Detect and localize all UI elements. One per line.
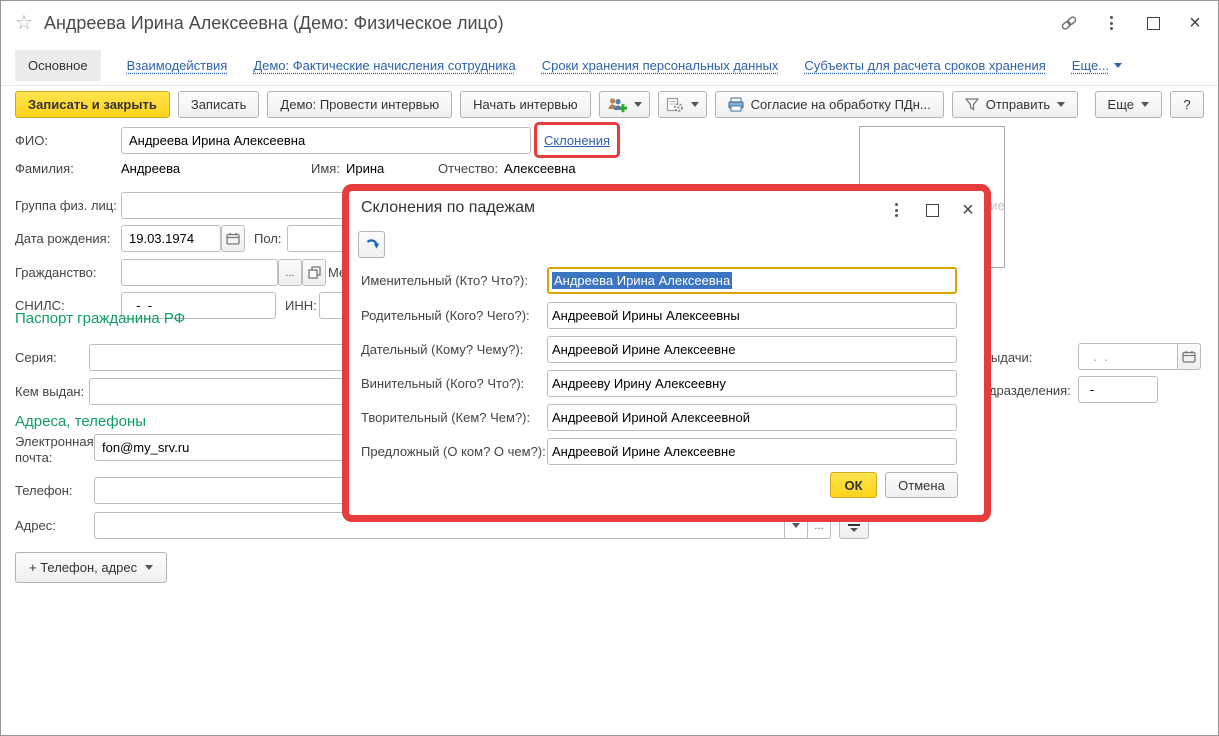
consent-print-button[interactable]: Согласие на обработку ПДн...	[715, 91, 944, 118]
more-menu-icon[interactable]	[1102, 14, 1120, 32]
add-contact-button[interactable]: + Телефон, адрес	[15, 552, 167, 583]
citizenship-label: Гражданство:	[15, 265, 97, 280]
person-add-icon	[607, 97, 627, 113]
birthdate-label: Дата рождения:	[15, 231, 110, 246]
maximize-icon[interactable]	[1144, 14, 1162, 32]
open-form-icon[interactable]	[302, 259, 326, 286]
nav-more-button[interactable]: Еще...	[1072, 58, 1122, 73]
favorite-star-icon[interactable]: ☆	[15, 13, 33, 33]
chevron-down-icon	[1141, 102, 1149, 107]
citizenship-ellipsis-button[interactable]: ...	[278, 259, 302, 286]
declensions-link[interactable]: Склонения	[544, 133, 610, 148]
citizenship-input[interactable]	[121, 259, 278, 286]
chevron-down-icon	[634, 102, 642, 107]
tab-main[interactable]: Основное	[15, 50, 101, 81]
dialog-maximize-icon[interactable]	[923, 201, 941, 219]
fio-label: ФИО:	[15, 133, 48, 148]
firstname-label: Имя:	[311, 161, 340, 176]
document-gear-icon	[666, 97, 684, 113]
prepositional-input[interactable]: Андреевой Ирине Алексеевне	[547, 438, 957, 465]
issue-date-input[interactable]: . .	[1078, 343, 1178, 370]
nav-link-retention[interactable]: Сроки хранения персональных данных	[542, 58, 779, 73]
patronymic-label: Отчество:	[438, 161, 498, 176]
cancel-button[interactable]: Отмена	[885, 472, 958, 498]
series-label: Серия:	[15, 350, 57, 365]
send-button[interactable]: Отправить	[952, 91, 1078, 118]
inn-label: ИНН:	[285, 298, 317, 313]
instrumental-input[interactable]: Андреевой Ириной Алексеевной	[547, 404, 957, 431]
gender-label: Пол:	[254, 231, 282, 246]
issued-by-label: Кем выдан:	[15, 384, 84, 399]
consent-label: Согласие на обработку ПДн...	[751, 97, 931, 112]
genitive-label: Родительный (Кого? Чего?):	[361, 308, 530, 323]
nominative-label: Именительный (Кто? Что?):	[361, 273, 528, 288]
surname-value: Андреева	[121, 161, 180, 176]
printer-icon	[728, 97, 744, 112]
chevron-down-icon	[1057, 102, 1065, 107]
demo-interview-button[interactable]: Демо: Провести интервью	[267, 91, 452, 118]
accusative-input[interactable]: Андрееву Ирину Алексеевну	[547, 370, 957, 397]
firstname-value: Ирина	[346, 161, 384, 176]
addresses-section-heading: Адреса, телефоны	[15, 413, 146, 430]
nav-row: Основное Взаимодействия Демо: Фактически…	[1, 45, 1218, 86]
declensions-annotation-box: Склонения	[534, 122, 620, 158]
page-title: Андреева Ирина Алексеевна (Демо: Физичес…	[44, 13, 504, 34]
more-label: Еще	[1108, 97, 1134, 112]
department-code-input[interactable]: -	[1078, 376, 1158, 403]
start-interview-button[interactable]: Начать интервью	[460, 91, 591, 118]
refresh-arrow-icon	[363, 236, 381, 253]
passport-section-heading: Паспорт гражданина РФ	[15, 310, 185, 327]
dialog-close-icon[interactable]: ×	[959, 201, 977, 219]
save-button[interactable]: Записать	[178, 91, 260, 118]
birthdate-input[interactable]: 19.03.1974	[121, 225, 221, 252]
ok-button[interactable]: ОК	[830, 472, 877, 498]
nav-link-accruals[interactable]: Демо: Фактические начисления сотрудника	[253, 58, 515, 73]
refill-button[interactable]	[358, 231, 385, 258]
dialog-more-icon[interactable]	[887, 201, 905, 219]
chevron-down-icon	[1114, 63, 1122, 68]
genitive-input[interactable]: Андреевой Ирины Алексеевны	[547, 302, 957, 329]
calendar-icon[interactable]	[221, 225, 245, 252]
dative-input[interactable]: Андреевой Ирине Алексеевне	[547, 336, 957, 363]
send-label: Отправить	[986, 97, 1050, 112]
funnel-icon	[965, 98, 979, 111]
dialog-title: Склонения по падежам	[361, 199, 535, 217]
phone-label: Телефон:	[15, 483, 73, 498]
more-button[interactable]: Еще	[1095, 91, 1162, 118]
close-icon[interactable]: ×	[1186, 14, 1204, 32]
surname-label: Фамилия:	[15, 161, 74, 176]
prepositional-label: Предложный (О ком? О чем?):	[361, 444, 546, 459]
add-person-button[interactable]	[599, 91, 650, 118]
chevron-down-icon	[145, 565, 153, 570]
nominative-input[interactable]: Андреева Ирина Алексеевна	[547, 267, 957, 294]
save-close-button[interactable]: Записать и закрыть	[15, 91, 170, 118]
fio-input[interactable]: Андреева Ирина Алексеевна	[121, 127, 531, 154]
title-bar: ☆ Андреева Ирина Алексеевна (Демо: Физич…	[1, 1, 1218, 45]
nav-link-subjects[interactable]: Субъекты для расчета сроков хранения	[804, 58, 1045, 73]
department-code-label-fragment: одразделения:	[982, 383, 1071, 398]
chevron-down-icon	[691, 102, 699, 107]
templates-button[interactable]	[658, 91, 707, 118]
instrumental-label: Творительный (Кем? Чем?):	[361, 410, 530, 425]
email-label-line2: почта:	[15, 450, 52, 465]
selected-text: Андреева Ирина Алексеевна	[552, 272, 732, 289]
patronymic-value: Алексеевна	[504, 161, 576, 176]
issue-date-label-fragment: выдачи:	[984, 350, 1032, 365]
dative-label: Дательный (Кому? Чему?):	[361, 342, 523, 357]
nav-more-label: Еще...	[1072, 58, 1109, 73]
nav-link-interactions[interactable]: Взаимодействия	[127, 58, 228, 73]
group-label: Группа физ. лиц:	[15, 198, 117, 213]
app-window: ☆ Андреева Ирина Алексеевна (Демо: Физич…	[0, 0, 1219, 736]
add-contact-label: + Телефон, адрес	[29, 560, 137, 575]
accusative-label: Винительный (Кого? Что?):	[361, 376, 524, 391]
help-button[interactable]: ?	[1170, 91, 1204, 118]
email-label-line1: Электронная	[15, 434, 94, 449]
link-icon[interactable]	[1060, 14, 1078, 32]
declensions-dialog: Склонения по падежам × Именительный (Кто…	[342, 184, 991, 522]
toolbar: Записать и закрыть Записать Демо: Провес…	[1, 86, 1218, 118]
calendar-icon[interactable]	[1177, 343, 1201, 370]
address-label: Адрес:	[15, 518, 56, 533]
